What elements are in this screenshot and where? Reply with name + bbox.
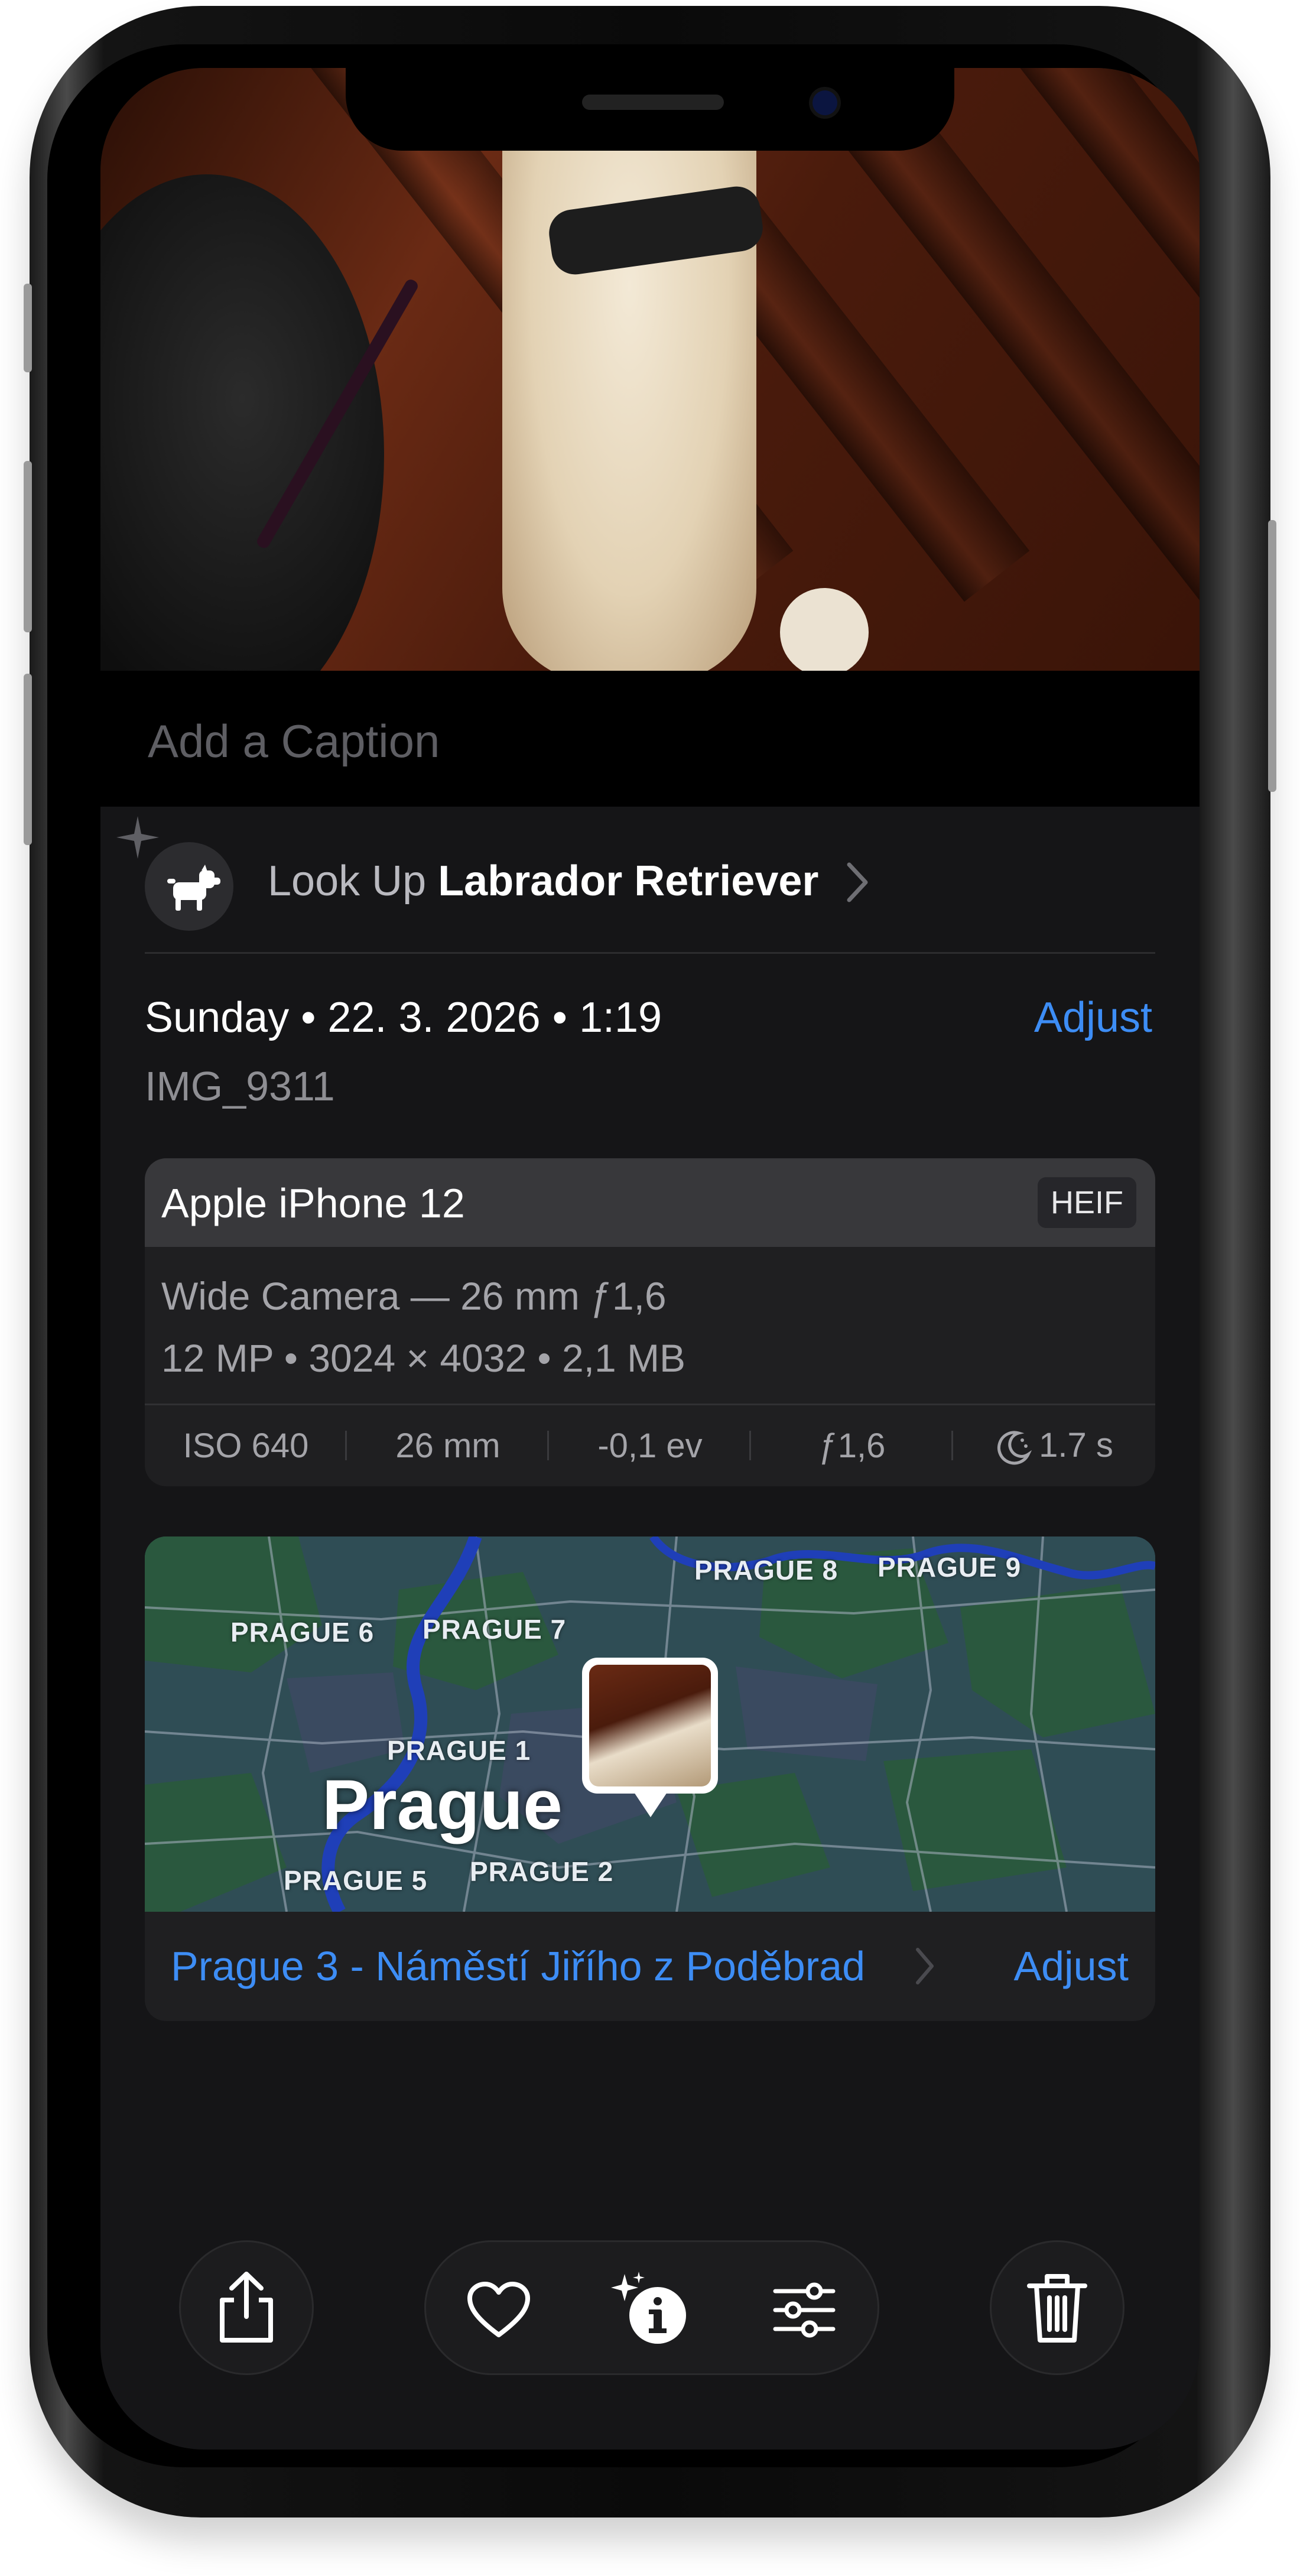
- adjust-sliders-icon: [773, 2282, 836, 2338]
- district-label: PRAGUE 1: [387, 1735, 531, 1766]
- trash-icon: [1027, 2274, 1087, 2343]
- district-label: PRAGUE 5: [284, 1865, 428, 1896]
- lookup-label: Look Up Labrador Retriever: [268, 857, 819, 905]
- exif-shutter-value: 1.7 s: [1039, 1425, 1113, 1464]
- edit-button[interactable]: [760, 2266, 849, 2354]
- share-icon: [220, 2272, 273, 2343]
- photo-location-pin[interactable]: [582, 1658, 718, 1817]
- photo-filename: IMG_9311: [145, 1063, 335, 1109]
- divider: [145, 952, 1155, 954]
- camera-device: Apple iPhone 12: [161, 1180, 465, 1226]
- share-button[interactable]: [179, 2240, 314, 2375]
- exif-iso: ISO 640: [145, 1426, 347, 1466]
- adjust-location-button[interactable]: Adjust: [1013, 1942, 1129, 1990]
- lens-info: Wide Camera — 26 mm ƒ1,6: [161, 1274, 667, 1318]
- info-sparkle-icon: [611, 2272, 686, 2344]
- camera-card-header: Apple iPhone 12 HEIF: [145, 1158, 1155, 1247]
- caption-field[interactable]: Add a Caption: [100, 671, 1200, 807]
- sparkle-icon: [116, 816, 159, 859]
- power-button: [1268, 520, 1276, 792]
- volume-down-button: [24, 674, 32, 845]
- exif-focal-length: 26 mm: [347, 1426, 549, 1466]
- chevron-right-icon: [847, 862, 868, 902]
- location-name[interactable]: Prague 3 - Náměstí Jiřího z Poděbrad: [171, 1942, 865, 1990]
- chevron-right-icon: [916, 1948, 934, 1984]
- exif-aperture: ƒ1,6: [751, 1426, 953, 1466]
- format-badge: HEIF: [1037, 1177, 1136, 1228]
- photo[interactable]: [100, 68, 1200, 671]
- district-label: PRAGUE 8: [694, 1555, 838, 1586]
- lookup-row[interactable]: Look Up Labrador Retriever: [116, 816, 1155, 931]
- map[interactable]: PRAGUE 8 PRAGUE 9 PRAGUE 6 PRAGUE 7 PRAG…: [145, 1536, 1155, 1912]
- night-mode-icon: [997, 1431, 1032, 1465]
- exif-exposure-value: -0,1 ev: [549, 1426, 751, 1466]
- district-label: PRAGUE 7: [422, 1614, 567, 1645]
- photo-date: Sunday • 22. 3. 2026 • 1:19: [145, 994, 662, 1041]
- heart-icon: [467, 2282, 530, 2337]
- district-label: PRAGUE 2: [470, 1856, 614, 1887]
- location-row[interactable]: Prague 3 - Náměstí Jiřího z Poděbrad Adj…: [145, 1912, 1155, 2021]
- toolbar-pill: [424, 2240, 879, 2375]
- notch: [346, 68, 954, 151]
- silent-switch: [24, 284, 32, 372]
- exif-row: ISO 640 26 mm -0,1 ev ƒ1,6 1.7 s: [145, 1405, 1155, 1486]
- district-label: PRAGUE 6: [230, 1617, 375, 1648]
- adjust-date-button[interactable]: Adjust: [1034, 993, 1152, 1042]
- volume-up-button: [24, 461, 32, 632]
- delete-button[interactable]: [990, 2240, 1124, 2375]
- screen: Add a Caption Look Up Labrador Retriever: [100, 68, 1200, 2450]
- map-city-label: Prague: [322, 1765, 563, 1844]
- image-specs: 12 MP • 3024 × 4032 • 2,1 MB: [161, 1336, 686, 1380]
- map-card[interactable]: PRAGUE 8 PRAGUE 9 PRAGUE 6 PRAGUE 7 PRAG…: [145, 1536, 1155, 2021]
- district-label: PRAGUE 9: [878, 1552, 1022, 1583]
- camera-info-card: Apple iPhone 12 HEIF Wide Camera — 26 mm…: [145, 1158, 1155, 1486]
- exif-shutter: 1.7 s: [953, 1425, 1155, 1467]
- caption-placeholder: Add a Caption: [148, 715, 440, 767]
- favorite-button[interactable]: [454, 2266, 543, 2354]
- info-button[interactable]: [606, 2266, 695, 2354]
